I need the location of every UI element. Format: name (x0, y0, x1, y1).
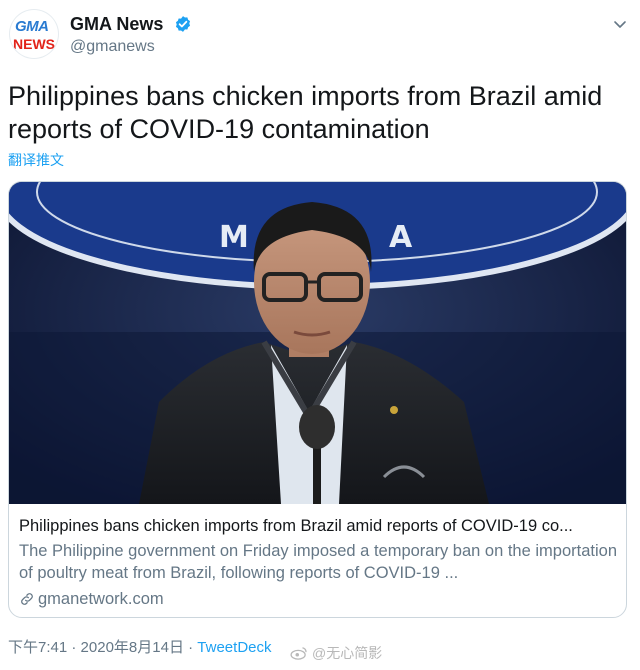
chevron-down-icon[interactable] (612, 16, 628, 32)
weibo-logo-icon (290, 647, 307, 660)
tweet-text: Philippines bans chicken imports from Br… (8, 81, 603, 144)
tweet-header: GMA NEWS GMA News @gmanews (8, 8, 632, 60)
translate-tweet-link[interactable]: 翻译推文 (8, 150, 64, 170)
gma-logo-text: GMA (15, 18, 49, 35)
meta-separator: · (183, 639, 198, 656)
card-domain[interactable]: gmanetwork.com (19, 588, 619, 610)
card-domain-text: gmanetwork.com (38, 590, 164, 608)
card-description: The Philippine government on Friday impo… (19, 542, 617, 582)
news-photo: M A (9, 182, 626, 504)
card-body: Philippines bans chicken imports from Br… (19, 515, 619, 610)
tweet-date[interactable]: 2020年8月14日 (81, 639, 184, 656)
news-logo-text: NEWS (13, 36, 55, 52)
verified-badge-icon (175, 16, 191, 32)
tweet-time[interactable]: 下午7:41 (8, 639, 67, 656)
gma-news-avatar[interactable]: GMA NEWS (10, 10, 58, 58)
link-icon (21, 593, 33, 605)
link-preview-card[interactable]: M A Philippines bans chicken imports fro… (8, 181, 627, 618)
svg-text:A: A (389, 220, 413, 255)
account-handle[interactable]: @gmanews (70, 38, 155, 56)
card-title[interactable]: Philippines bans chicken imports from Br… (19, 515, 619, 537)
account-name[interactable]: GMA News (70, 14, 163, 35)
svg-text:M: M (219, 220, 249, 255)
tweet-meta: 下午7:41 · 2020年8月14日 · TweetDeck (8, 636, 272, 657)
weibo-watermark: @无心简影 (290, 643, 382, 663)
meta-separator: · (67, 639, 81, 656)
tweet-source[interactable]: TweetDeck (197, 639, 271, 656)
watermark-text: @无心简影 (312, 645, 383, 661)
